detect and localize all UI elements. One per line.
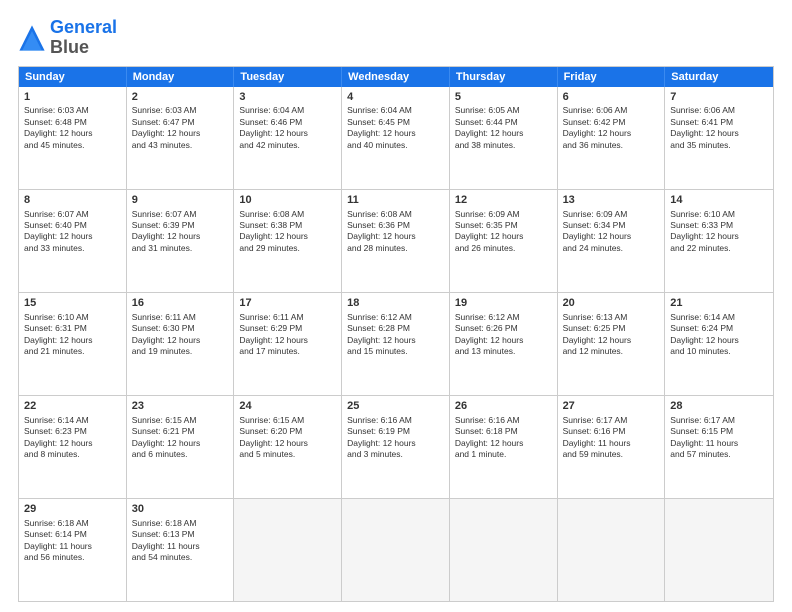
day-number: 16 — [132, 296, 229, 311]
day-number: 26 — [455, 399, 552, 414]
cal-cell: 5Sunrise: 6:05 AMSunset: 6:44 PMDaylight… — [450, 87, 558, 189]
day-number: 30 — [132, 502, 229, 517]
page: GeneralBlue SundayMondayTuesdayWednesday… — [0, 0, 792, 612]
day-number: 10 — [239, 193, 336, 208]
cal-cell: 8Sunrise: 6:07 AMSunset: 6:40 PMDaylight… — [19, 190, 127, 292]
cal-cell — [558, 499, 666, 601]
day-number: 28 — [670, 399, 768, 414]
day-number: 15 — [24, 296, 121, 311]
cal-cell: 28Sunrise: 6:17 AMSunset: 6:15 PMDayligh… — [665, 396, 773, 498]
cal-cell: 16Sunrise: 6:11 AMSunset: 6:30 PMDayligh… — [127, 293, 235, 395]
cal-cell: 4Sunrise: 6:04 AMSunset: 6:45 PMDaylight… — [342, 87, 450, 189]
cal-cell — [342, 499, 450, 601]
cal-cell — [665, 499, 773, 601]
day-number: 23 — [132, 399, 229, 414]
day-number: 11 — [347, 193, 444, 208]
day-number: 1 — [24, 90, 121, 105]
calendar-body: 1Sunrise: 6:03 AMSunset: 6:48 PMDaylight… — [19, 87, 773, 601]
cal-cell: 19Sunrise: 6:12 AMSunset: 6:26 PMDayligh… — [450, 293, 558, 395]
cal-cell: 26Sunrise: 6:16 AMSunset: 6:18 PMDayligh… — [450, 396, 558, 498]
cal-cell: 1Sunrise: 6:03 AMSunset: 6:48 PMDaylight… — [19, 87, 127, 189]
day-number: 5 — [455, 90, 552, 105]
cal-cell: 12Sunrise: 6:09 AMSunset: 6:35 PMDayligh… — [450, 190, 558, 292]
cal-header-cell: Friday — [558, 67, 666, 87]
cal-row: 8Sunrise: 6:07 AMSunset: 6:40 PMDaylight… — [19, 189, 773, 292]
cal-cell: 2Sunrise: 6:03 AMSunset: 6:47 PMDaylight… — [127, 87, 235, 189]
cal-cell: 9Sunrise: 6:07 AMSunset: 6:39 PMDaylight… — [127, 190, 235, 292]
day-number: 3 — [239, 90, 336, 105]
day-number: 19 — [455, 296, 552, 311]
day-number: 20 — [563, 296, 660, 311]
cal-cell — [234, 499, 342, 601]
header: GeneralBlue — [18, 18, 774, 58]
cal-cell: 11Sunrise: 6:08 AMSunset: 6:36 PMDayligh… — [342, 190, 450, 292]
cal-cell: 27Sunrise: 6:17 AMSunset: 6:16 PMDayligh… — [558, 396, 666, 498]
day-number: 2 — [132, 90, 229, 105]
cal-cell: 15Sunrise: 6:10 AMSunset: 6:31 PMDayligh… — [19, 293, 127, 395]
day-number: 7 — [670, 90, 768, 105]
day-number: 27 — [563, 399, 660, 414]
day-number: 22 — [24, 399, 121, 414]
cal-cell: 29Sunrise: 6:18 AMSunset: 6:14 PMDayligh… — [19, 499, 127, 601]
day-number: 14 — [670, 193, 768, 208]
cal-cell: 21Sunrise: 6:14 AMSunset: 6:24 PMDayligh… — [665, 293, 773, 395]
day-number: 9 — [132, 193, 229, 208]
cal-cell: 6Sunrise: 6:06 AMSunset: 6:42 PMDaylight… — [558, 87, 666, 189]
cal-cell: 10Sunrise: 6:08 AMSunset: 6:38 PMDayligh… — [234, 190, 342, 292]
day-number: 12 — [455, 193, 552, 208]
day-number: 29 — [24, 502, 121, 517]
cal-cell: 25Sunrise: 6:16 AMSunset: 6:19 PMDayligh… — [342, 396, 450, 498]
cal-cell — [450, 499, 558, 601]
day-number: 17 — [239, 296, 336, 311]
cal-header-cell: Tuesday — [234, 67, 342, 87]
cal-cell: 3Sunrise: 6:04 AMSunset: 6:46 PMDaylight… — [234, 87, 342, 189]
day-number: 4 — [347, 90, 444, 105]
cal-header-cell: Sunday — [19, 67, 127, 87]
logo-text: GeneralBlue — [50, 18, 117, 58]
cal-cell: 7Sunrise: 6:06 AMSunset: 6:41 PMDaylight… — [665, 87, 773, 189]
day-number: 8 — [24, 193, 121, 208]
day-number: 25 — [347, 399, 444, 414]
day-number: 21 — [670, 296, 768, 311]
cal-cell: 22Sunrise: 6:14 AMSunset: 6:23 PMDayligh… — [19, 396, 127, 498]
cal-row: 1Sunrise: 6:03 AMSunset: 6:48 PMDaylight… — [19, 87, 773, 189]
cal-header-cell: Wednesday — [342, 67, 450, 87]
cal-cell: 20Sunrise: 6:13 AMSunset: 6:25 PMDayligh… — [558, 293, 666, 395]
cal-cell: 23Sunrise: 6:15 AMSunset: 6:21 PMDayligh… — [127, 396, 235, 498]
day-number: 18 — [347, 296, 444, 311]
calendar: SundayMondayTuesdayWednesdayThursdayFrid… — [18, 66, 774, 602]
cal-header-cell: Monday — [127, 67, 235, 87]
calendar-header: SundayMondayTuesdayWednesdayThursdayFrid… — [19, 67, 773, 87]
cal-cell: 18Sunrise: 6:12 AMSunset: 6:28 PMDayligh… — [342, 293, 450, 395]
day-number: 13 — [563, 193, 660, 208]
cal-cell: 14Sunrise: 6:10 AMSunset: 6:33 PMDayligh… — [665, 190, 773, 292]
cal-row: 15Sunrise: 6:10 AMSunset: 6:31 PMDayligh… — [19, 292, 773, 395]
cal-row: 29Sunrise: 6:18 AMSunset: 6:14 PMDayligh… — [19, 498, 773, 601]
cal-cell: 13Sunrise: 6:09 AMSunset: 6:34 PMDayligh… — [558, 190, 666, 292]
cal-cell: 30Sunrise: 6:18 AMSunset: 6:13 PMDayligh… — [127, 499, 235, 601]
cal-header-cell: Thursday — [450, 67, 558, 87]
cal-cell: 24Sunrise: 6:15 AMSunset: 6:20 PMDayligh… — [234, 396, 342, 498]
day-number: 6 — [563, 90, 660, 105]
day-number: 24 — [239, 399, 336, 414]
cal-row: 22Sunrise: 6:14 AMSunset: 6:23 PMDayligh… — [19, 395, 773, 498]
cal-header-cell: Saturday — [665, 67, 773, 87]
logo-icon — [18, 24, 46, 52]
cal-cell: 17Sunrise: 6:11 AMSunset: 6:29 PMDayligh… — [234, 293, 342, 395]
logo: GeneralBlue — [18, 18, 117, 58]
